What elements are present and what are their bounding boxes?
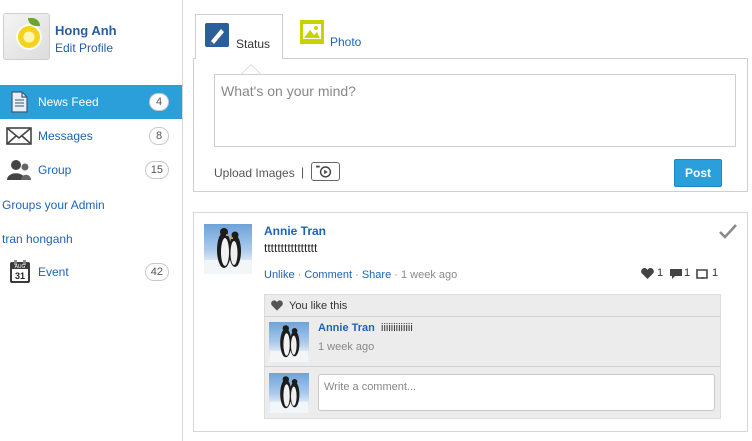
sidebar-item-event[interactable]: AUG 31 Event 42 [0,255,182,289]
profile-block: Hong Anh Edit Profile [0,10,183,70]
photo-icon [300,20,324,44]
separator: | [301,165,305,179]
post-time: 1 week ago [400,269,458,281]
upload-images-link[interactable]: Upload Images [214,166,295,180]
comment-input[interactable] [318,374,715,411]
post-button[interactable]: Post [674,159,722,187]
tab-photo[interactable]: Photo [298,18,378,56]
comment-text: iiiiiiiiiiiii [381,322,413,334]
sidebar-item-group[interactable]: Group 15 [0,153,182,187]
pencil-icon [205,23,229,47]
calendar-day: 31 [15,271,25,281]
comment-link[interactable]: Comment [304,269,352,281]
heart-icon[interactable] [641,268,654,279]
penguin-image [269,376,309,413]
count-badge: 15 [144,161,169,179]
sidebar-item-label: Group [38,163,72,177]
tab-label: Status [236,37,271,51]
comment-icon[interactable] [669,268,683,280]
sidebar-item-news-feed[interactable]: News Feed 4 [0,85,182,119]
document-icon [11,91,28,113]
divider [264,316,721,317]
shares-count: 1 [712,267,719,279]
video-icon[interactable] [311,162,340,181]
sidebar: Hong Anh Edit Profile News Feed 4 Messag… [0,0,183,441]
sidebar-item-label: Event [38,265,69,279]
comment-author-name[interactable]: Annie Tran [318,322,375,334]
group-icon [7,160,31,180]
author-avatar[interactable] [204,224,252,274]
count-badge: 4 [149,93,169,111]
comments-count: 1 [684,267,691,279]
share-icon[interactable] [695,268,709,280]
divider [264,366,721,367]
sidebar-item-label: News Feed [38,95,99,109]
check-icon[interactable] [718,222,738,240]
separator: · [294,269,305,281]
envelope-icon [6,127,32,145]
likes-count: 1 [657,267,664,279]
post-text: tttttttttttttttt [264,241,318,255]
unlike-link[interactable]: Unlike [264,269,295,281]
lemon-image [16,24,42,50]
sidebar-item-label: Messages [38,129,93,143]
groups-admin-link[interactable]: Groups your Admin [2,198,105,212]
sidebar-item-messages[interactable]: Messages 8 [0,119,182,153]
post-actions: Unlike · Comment · Share · 1 week ago [264,269,457,281]
share-link[interactable]: Share [362,269,391,281]
comment-time: 1 week ago [318,341,375,353]
calendar-month: AUG [15,264,26,270]
likes-summary: You like this [289,300,348,312]
avatar[interactable] [3,13,50,60]
post-author-name[interactable]: Annie Tran [264,224,326,238]
group-link[interactable]: tran honganh [2,232,73,246]
separator: · [352,269,362,281]
status-input[interactable] [214,74,736,147]
profile-name[interactable]: Hong Anh [55,23,117,38]
separator: · [391,269,401,281]
count-badge: 42 [144,263,169,281]
tab-label: Photo [330,35,362,49]
count-badge: 8 [149,127,169,145]
comment-avatar[interactable] [269,322,309,362]
calendar-icon: AUG 31 [10,260,30,283]
penguin-image [269,325,309,362]
edit-profile-link[interactable]: Edit Profile [55,41,113,55]
tab-status[interactable]: Status [195,14,283,59]
current-user-avatar [269,373,309,413]
tab-caret-inner [242,65,260,74]
heart-icon [271,300,283,311]
penguin-image [204,228,252,274]
